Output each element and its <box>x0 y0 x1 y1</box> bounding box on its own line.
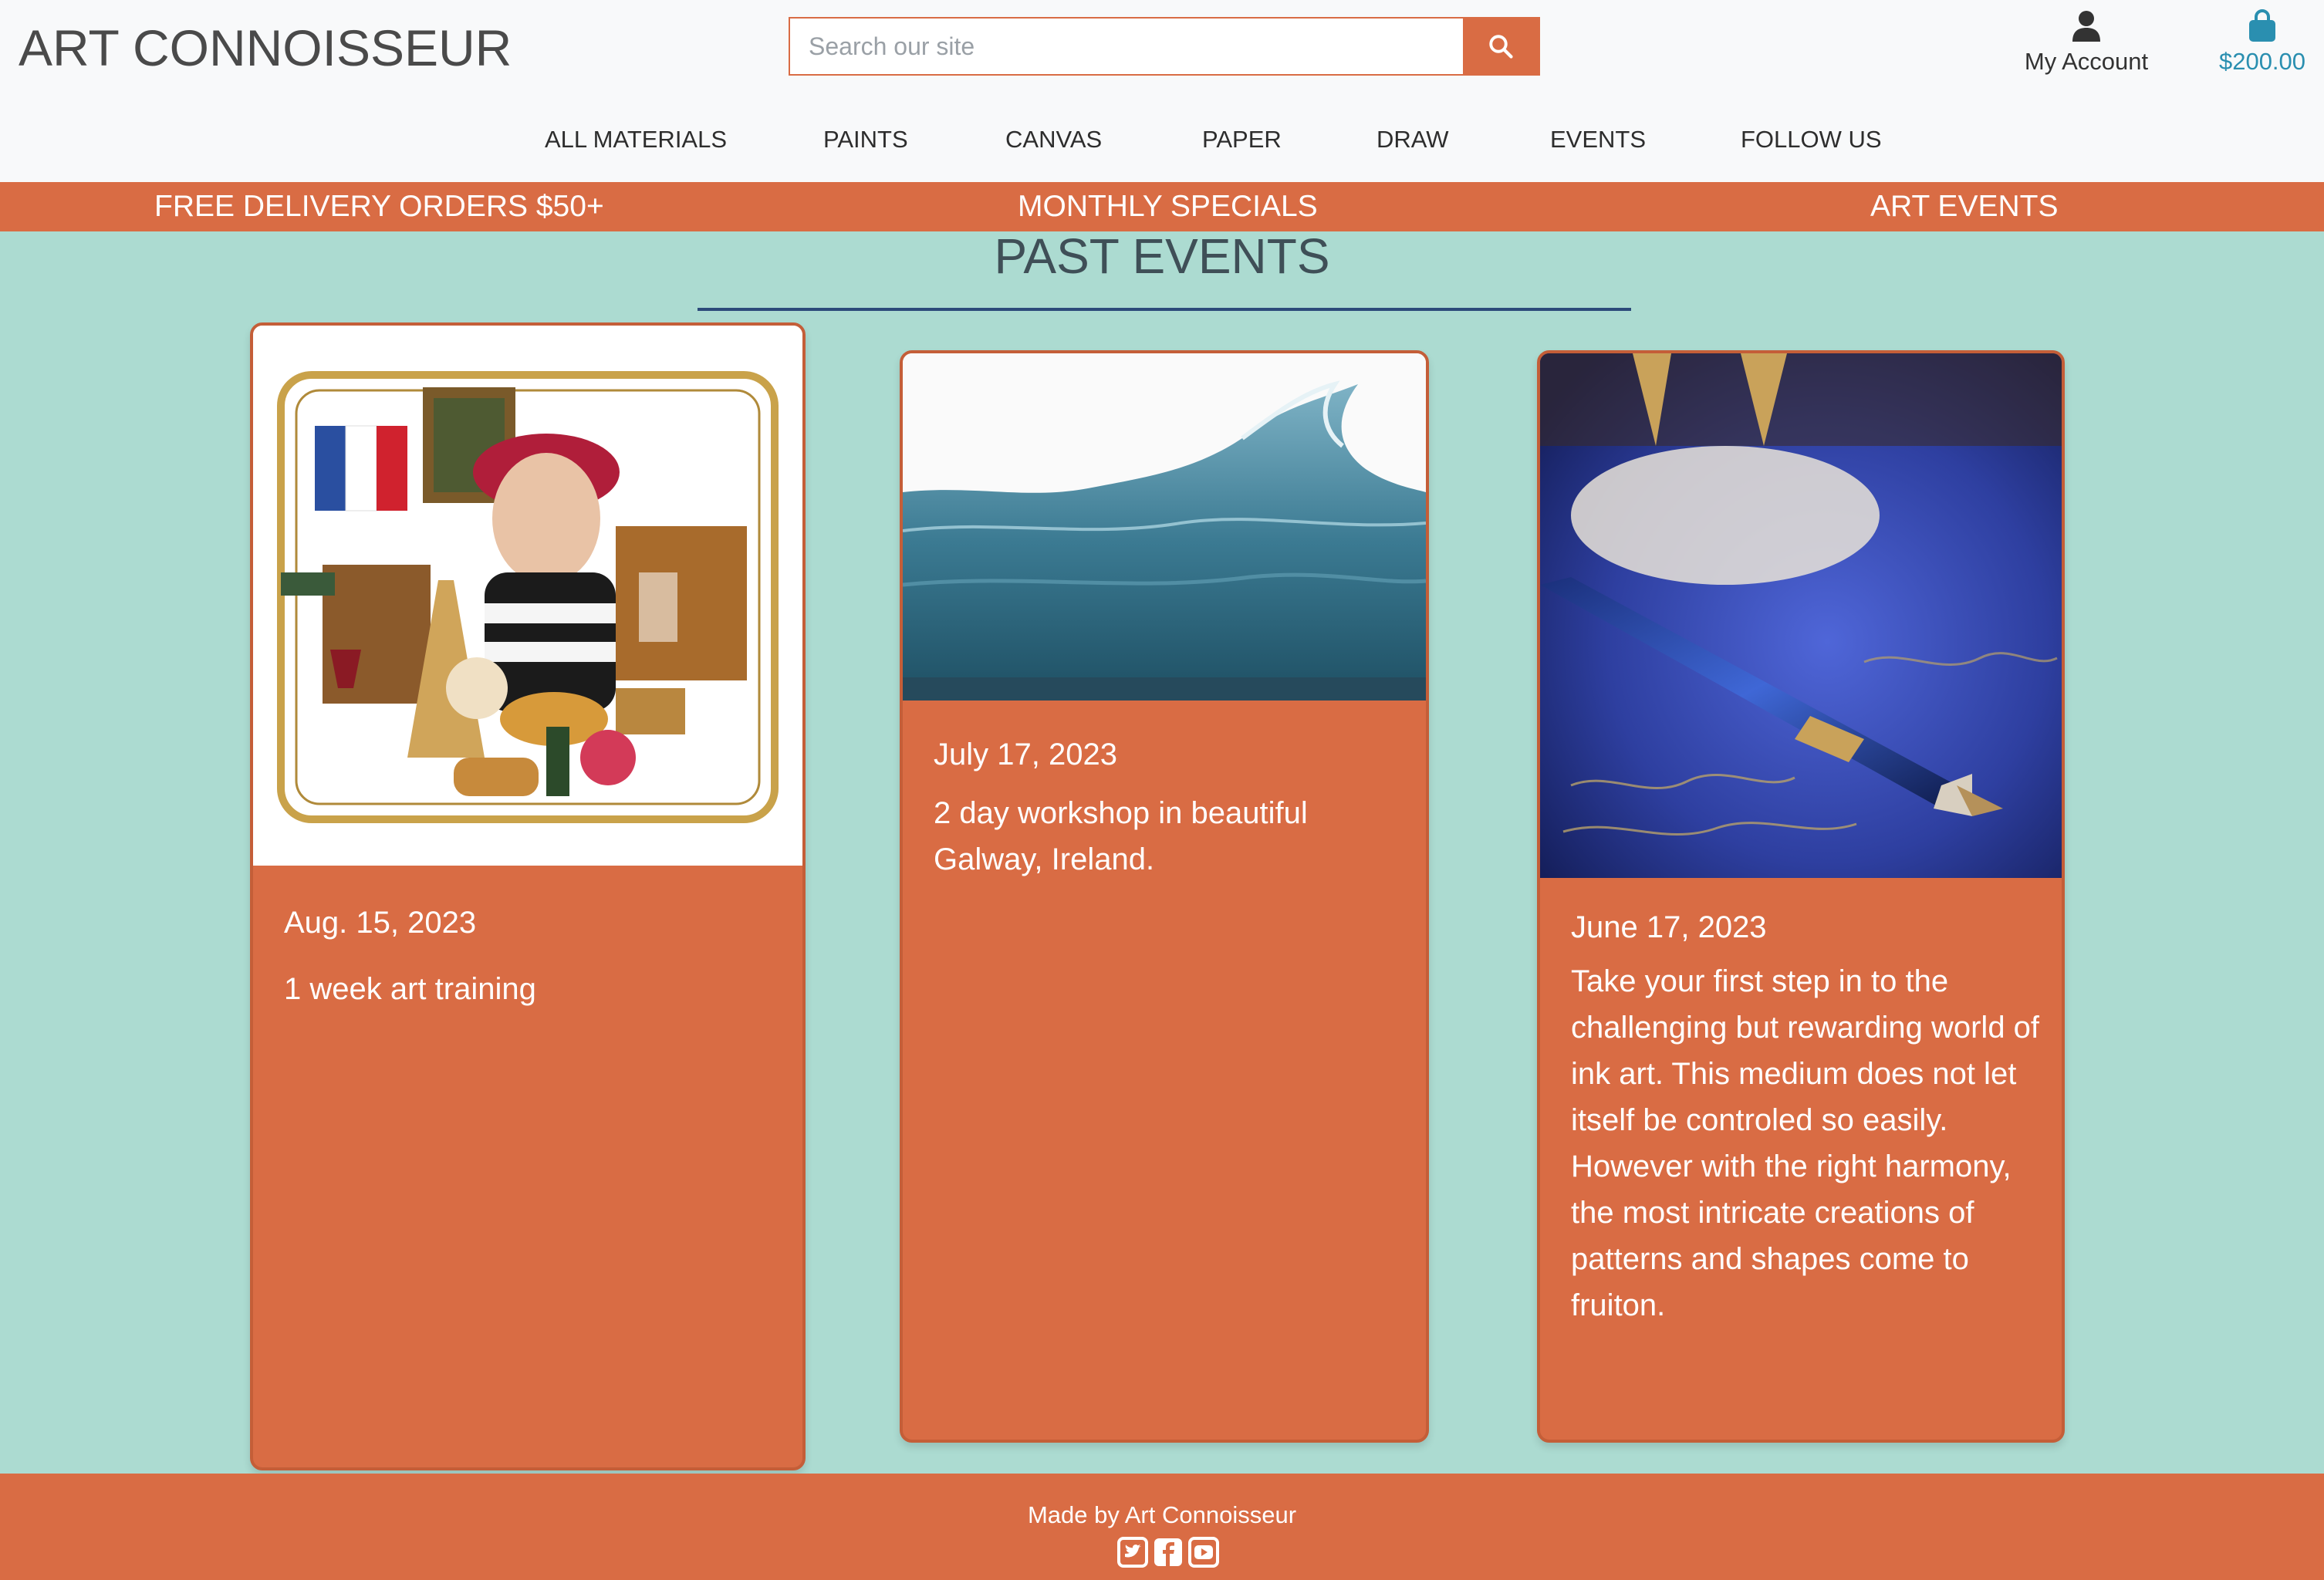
search-icon <box>1489 35 1513 59</box>
nav-events[interactable]: EVENTS <box>1550 122 1646 157</box>
event-date: July 17, 2023 <box>934 738 1117 771</box>
event-image-paris <box>253 326 802 866</box>
event-image-ink-pen <box>1540 353 2062 878</box>
event-date: June 17, 2023 <box>1571 910 1767 944</box>
social-links <box>1117 1537 1219 1568</box>
site-logo[interactable]: ART CONNOISSEUR <box>19 17 512 79</box>
cart-total: $200.00 <box>2218 48 2306 75</box>
youtube-icon[interactable] <box>1188 1537 1219 1568</box>
event-card[interactable]: June 17, 2023 Take your first step in to… <box>1537 350 2065 1443</box>
shopping-bag-icon <box>2249 9 2275 42</box>
site-header: ART CONNOISSEUR My Account $200.00 ALL M… <box>0 0 2324 182</box>
search-button[interactable] <box>1463 19 1539 74</box>
event-card[interactable]: Aug. 15, 2023 1 week art training <box>250 322 806 1470</box>
footer-credit: Made by Art Connoisseur <box>1027 1501 1297 1528</box>
nav-draw[interactable]: DRAW <box>1376 122 1449 157</box>
nav-all-materials[interactable]: ALL MATERIALS <box>545 122 727 157</box>
facebook-icon[interactable] <box>1153 1537 1184 1568</box>
promo-bar: FREE DELIVERY ORDERS $50+ MONTHLY SPECIA… <box>0 182 2324 231</box>
event-description: 1 week art training <box>284 972 536 1006</box>
page-title: PAST EVENTS <box>994 228 1330 284</box>
event-image-water <box>903 353 1426 701</box>
nav-follow-us[interactable]: FOLLOW US <box>1741 122 1882 157</box>
promo-art-events[interactable]: ART EVENTS <box>1870 182 2058 231</box>
event-date: Aug. 15, 2023 <box>284 906 477 940</box>
event-description: 2 day workshop in beautiful Galway, Irel… <box>934 796 1308 876</box>
user-icon <box>2072 11 2100 42</box>
promo-free-delivery[interactable]: FREE DELIVERY ORDERS $50+ <box>154 182 604 231</box>
cart-link[interactable]: $200.00 <box>2210 9 2315 86</box>
search-form <box>789 17 1540 76</box>
promo-monthly-specials[interactable]: MONTHLY SPECIALS <box>1018 182 1318 231</box>
site-footer: Made by Art Connoisseur <box>0 1474 2324 1580</box>
nav-paints[interactable]: PAINTS <box>823 122 908 157</box>
main-nav: ALL MATERIALS PAINTS CANVAS PAPER DRAW E… <box>0 122 2324 157</box>
nav-paper[interactable]: PAPER <box>1202 122 1282 157</box>
nav-canvas[interactable]: CANVAS <box>1005 122 1102 157</box>
search-input[interactable] <box>790 19 1463 74</box>
account-label: My Account <box>2024 48 2149 75</box>
title-divider <box>698 308 1631 311</box>
my-account-link[interactable]: My Account <box>2009 9 2164 86</box>
event-card[interactable]: July 17, 2023 2 day workshop in beautifu… <box>900 350 1429 1443</box>
event-description: Take your first step in to the challengi… <box>1571 964 2040 1322</box>
twitter-icon[interactable] <box>1117 1537 1148 1568</box>
